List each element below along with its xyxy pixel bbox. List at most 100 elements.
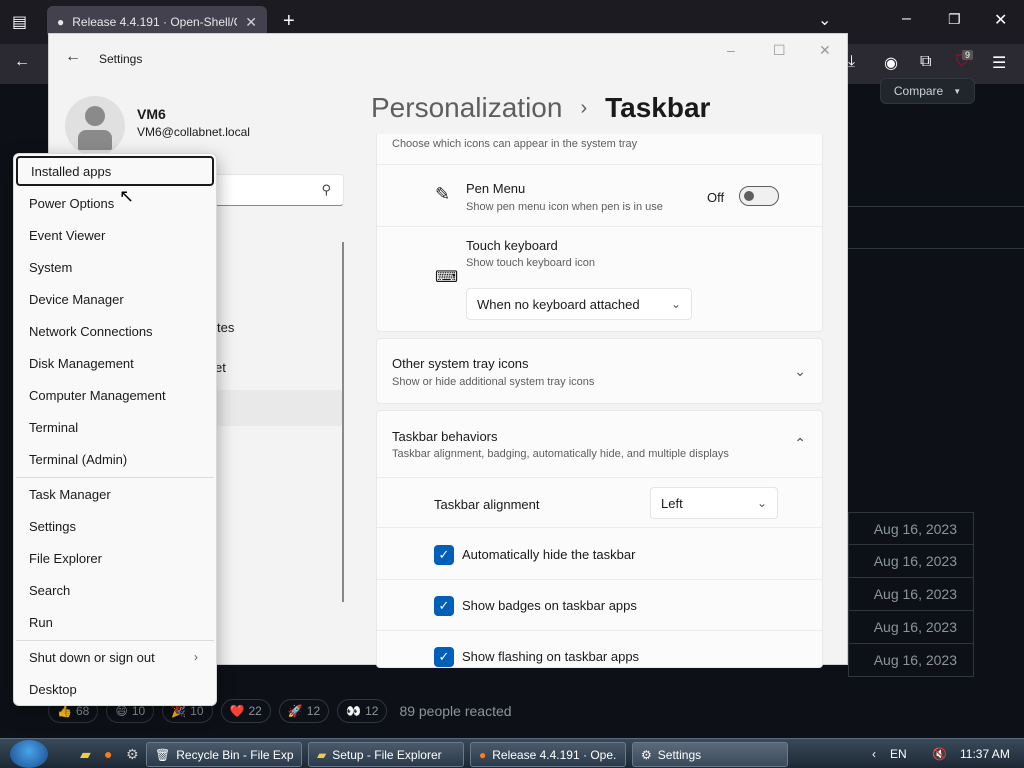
touch-keyboard-value: When no keyboard attached	[477, 296, 640, 312]
avatar	[65, 96, 125, 156]
mouse-cursor-icon: ↖	[119, 186, 135, 206]
badges-checkbox[interactable]: ✓	[434, 596, 454, 616]
recycle-bin-icon: 🗑	[155, 747, 171, 762]
back-arrow-icon[interactable]: ←	[65, 48, 81, 66]
download-icon[interactable]: ⤓	[848, 53, 855, 71]
tray-expand-icon[interactable]: ‹	[872, 747, 876, 761]
tray-caption: Choose which icons can appear in the sys…	[392, 138, 638, 150]
folder-icon[interactable]: ▰	[80, 746, 91, 763]
menu-item-run[interactable]: Run	[16, 607, 214, 637]
menu-item-system[interactable]: System	[16, 252, 214, 282]
window-title: Settings	[99, 52, 143, 66]
shutdown-label: Shut down or sign out	[29, 649, 155, 665]
asset-date: Aug 16, 2023	[848, 578, 974, 611]
volume-muted-icon[interactable]: 🔇	[932, 747, 947, 761]
page-title: Taskbar	[605, 92, 711, 123]
alignment-dropdown[interactable]: Left ⌄	[650, 487, 778, 519]
breadcrumb-parent[interactable]: Personalization	[371, 92, 562, 124]
github-icon: ●	[57, 15, 65, 29]
reaction-heart[interactable]: ❤️ 22	[220, 699, 271, 723]
compare-label: Compare	[893, 84, 944, 98]
menu-item-desktop[interactable]: Desktop	[16, 674, 214, 704]
winx-context-menu: Installed apps Power Options Event Viewe…	[13, 153, 217, 706]
firefox-icon: ●	[479, 747, 487, 762]
nav-item-label[interactable]: tes	[217, 320, 234, 335]
alignment-value: Left	[661, 495, 683, 511]
touch-keyboard-subtitle: Show touch keyboard icon	[466, 257, 596, 269]
clock[interactable]: 11:37 AM	[960, 747, 1010, 761]
divider	[848, 248, 1024, 249]
search-icon: ⚲	[321, 182, 331, 197]
settings-gear-icon[interactable]: ⚙	[126, 746, 139, 763]
taskbar-button-firefox[interactable]: ● Release 4.4.191 · Ope...	[470, 742, 626, 767]
new-tab-button[interactable]: +	[283, 10, 295, 33]
behaviors-subtitle: Taskbar alignment, badging, automaticall…	[392, 448, 729, 460]
touch-keyboard-title: Touch keyboard	[466, 238, 558, 253]
menu-item-terminal-admin[interactable]: Terminal (Admin)	[16, 444, 214, 474]
autohide-checkbox[interactable]: ✓	[434, 545, 454, 565]
menu-item-installed-apps[interactable]: Installed apps	[16, 156, 214, 186]
asset-date: Aug 16, 2023	[848, 512, 974, 545]
taskbar-button-setup[interactable]: ▰ Setup - File Explorer	[308, 742, 464, 767]
pen-menu-toggle[interactable]	[739, 186, 779, 206]
reaction-rocket[interactable]: 🚀 12	[278, 699, 330, 723]
menu-item-disk-management[interactable]: Disk Management	[16, 348, 214, 378]
ublock-badge: 9	[962, 50, 974, 60]
minimize-icon[interactable]: –	[902, 10, 911, 28]
touch-keyboard-dropdown[interactable]: When no keyboard attached ⌄	[466, 288, 692, 320]
chevron-down-icon: ⌄	[670, 297, 681, 311]
menu-item-power-options[interactable]: Power Options	[16, 188, 214, 218]
other-tray-subtitle: Show or hide additional system tray icon…	[392, 376, 595, 388]
extensions-icon[interactable]: ⧉	[920, 53, 931, 71]
maximize-icon[interactable]: ☐	[773, 42, 786, 59]
keyboard-icon: ⌨	[435, 269, 459, 286]
pen-menu-title: Pen Menu	[466, 181, 526, 196]
close-window-icon[interactable]: ✕	[994, 10, 1007, 30]
reaction-eyes[interactable]: 👀 12	[337, 699, 388, 723]
menu-separator	[16, 477, 214, 478]
autohide-label: Automatically hide the taskbar	[462, 547, 636, 562]
settings-gear-icon: ⚙	[641, 747, 652, 762]
tab-list-icon[interactable]: ▤	[12, 12, 27, 32]
taskbar: ▰ ● ⚙ 🗑 Recycle Bin - File Expl... ▰ Set…	[0, 738, 1024, 768]
minimize-icon[interactable]: –	[727, 42, 735, 58]
firefox-icon[interactable]: ●	[104, 746, 112, 762]
other-tray-icons-card[interactable]: Other system tray icons Show or hide add…	[376, 338, 823, 404]
compare-button[interactable]: Compare ▼	[880, 78, 975, 104]
badges-label: Show badges on taskbar apps	[462, 598, 637, 613]
menu-item-device-manager[interactable]: Device Manager	[16, 284, 214, 314]
user-email: VM6@collabnet.local	[137, 125, 250, 139]
flashing-checkbox[interactable]: ✓	[434, 647, 454, 667]
close-icon[interactable]: ✕	[819, 42, 831, 59]
menu-item-settings[interactable]: Settings	[16, 511, 214, 541]
menu-icon[interactable]: ☰	[992, 53, 1006, 73]
system-tray-card: Choose which icons can appear in the sys…	[376, 134, 823, 332]
account-icon[interactable]: ◉	[884, 53, 898, 73]
taskbar-button-settings[interactable]: ⚙ Settings	[632, 742, 788, 767]
taskbar-button-recycle-bin[interactable]: 🗑 Recycle Bin - File Expl...	[146, 742, 302, 767]
breadcrumb-separator: ›	[580, 96, 588, 119]
menu-item-event-viewer[interactable]: Event Viewer	[16, 220, 214, 250]
language-indicator[interactable]: EN	[890, 747, 907, 761]
menu-item-search[interactable]: Search	[16, 575, 214, 605]
chevron-right-icon: ›	[194, 650, 198, 664]
close-icon[interactable]: ✕	[245, 14, 257, 31]
menu-item-task-manager[interactable]: Task Manager	[16, 479, 214, 509]
menu-item-terminal[interactable]: Terminal	[16, 412, 214, 442]
asset-date: Aug 16, 2023	[848, 611, 974, 644]
start-button[interactable]	[10, 740, 48, 768]
menu-item-file-explorer[interactable]: File Explorer	[16, 543, 214, 573]
nav-scrollbar[interactable]	[342, 242, 344, 602]
menu-item-computer-management[interactable]: Computer Management	[16, 380, 214, 410]
chevron-down-icon[interactable]: ⌄	[818, 10, 831, 30]
other-tray-title: Other system tray icons	[392, 356, 529, 371]
back-icon[interactable]: ←	[14, 53, 30, 71]
chevron-up-icon[interactable]: ⌃	[794, 435, 806, 452]
menu-item-shutdown[interactable]: Shut down or sign out ›	[16, 642, 214, 672]
divider	[848, 206, 1024, 207]
alignment-label: Taskbar alignment	[434, 497, 540, 512]
restore-icon[interactable]: ❐	[948, 11, 961, 28]
pen-icon: ✎	[435, 184, 451, 204]
behaviors-title[interactable]: Taskbar behaviors	[392, 429, 498, 444]
menu-item-network-connections[interactable]: Network Connections	[16, 316, 214, 346]
